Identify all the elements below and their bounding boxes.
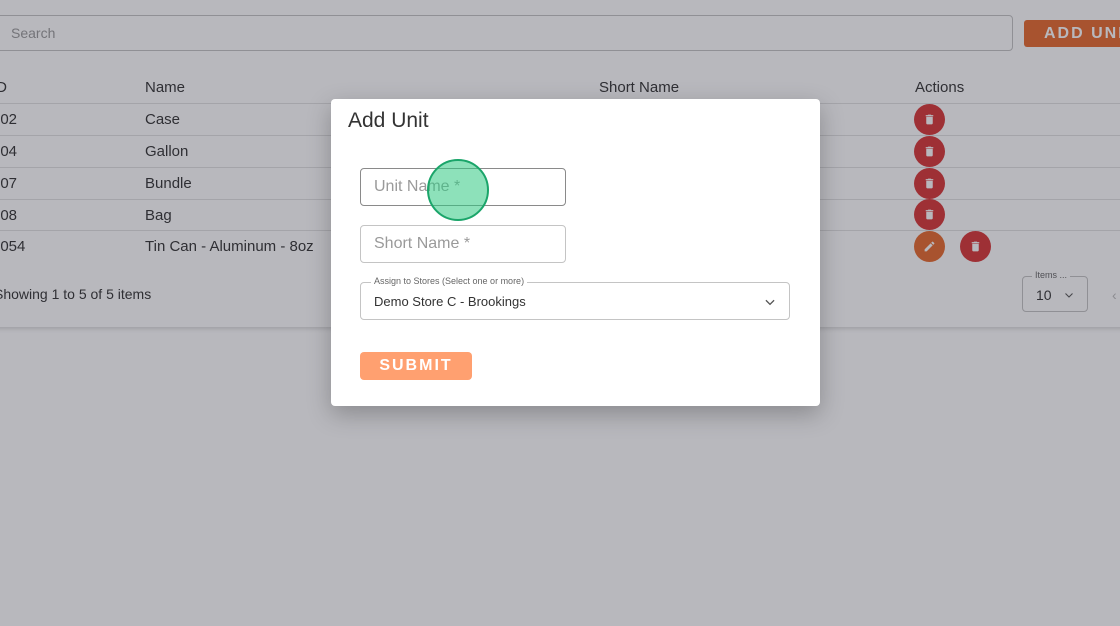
assign-stores-label: Assign to Stores (Select one or more) — [371, 276, 528, 286]
submit-button[interactable]: SUBMIT — [360, 352, 472, 380]
chevron-down-icon — [765, 299, 775, 306]
assign-stores-value: Demo Store C - Brookings — [374, 294, 526, 309]
short-name-input[interactable] — [360, 225, 566, 263]
add-unit-dialog: Add Unit Assign to Stores (Select one or… — [331, 99, 820, 406]
dialog-title: Add Unit — [348, 109, 429, 132]
assign-stores-select[interactable]: Assign to Stores (Select one or more) De… — [360, 276, 790, 320]
click-indicator — [427, 159, 489, 221]
